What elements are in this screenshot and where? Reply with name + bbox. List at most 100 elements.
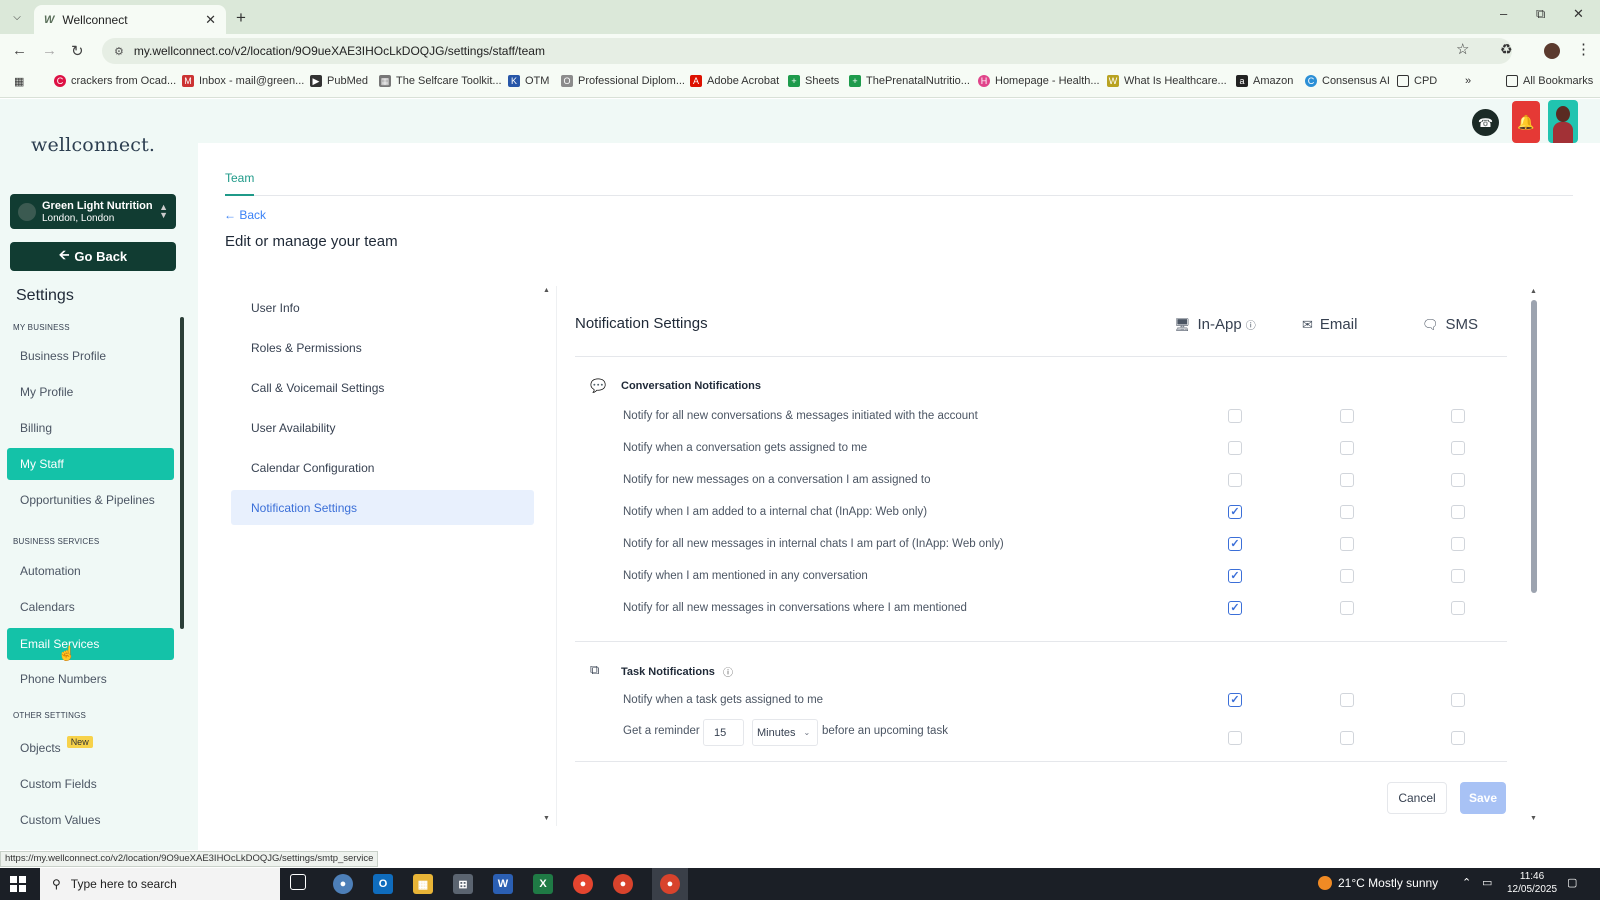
sidebar-item-business-profile[interactable]: Business Profile	[7, 340, 174, 372]
cancel-button[interactable]: Cancel	[1387, 782, 1447, 814]
browser-profile-avatar[interactable]	[1544, 43, 1560, 59]
weather-widget[interactable]: 21°C Mostly sunny	[1318, 876, 1438, 890]
inapp-checkbox[interactable]	[1228, 731, 1242, 745]
reload-icon[interactable]: ↻	[71, 42, 84, 60]
sms-checkbox[interactable]	[1451, 441, 1465, 455]
back-link[interactable]: ← Back	[224, 208, 266, 222]
sidebar-item-billing[interactable]: Billing	[7, 412, 174, 444]
email-checkbox[interactable]	[1340, 505, 1354, 519]
go-back-button[interactable]: 🡨 Go Back	[10, 242, 176, 271]
sidebar-item-opportunities[interactable]: Opportunities & Pipelines	[7, 484, 174, 516]
bookmark[interactable]: ▶ PubMed	[310, 75, 368, 87]
bookmark[interactable]: A Adobe Acrobat	[690, 75, 779, 87]
subnav-user-availability[interactable]: User Availability	[231, 410, 534, 445]
email-checkbox[interactable]	[1340, 409, 1354, 423]
bookmark[interactable]: O Professional Diplom...	[561, 75, 685, 87]
bookmark[interactable]: + Sheets	[788, 75, 839, 87]
sms-checkbox[interactable]	[1451, 731, 1465, 745]
panel-scroll-down-icon[interactable]: ▼	[1530, 815, 1537, 822]
browser-tab[interactable]: W Wellconnect ✕	[34, 5, 226, 34]
sms-checkbox[interactable]	[1451, 601, 1465, 615]
sms-checkbox[interactable]	[1451, 693, 1465, 707]
info-icon[interactable]: ⓘ	[1246, 317, 1256, 332]
inapp-checkbox[interactable]	[1228, 473, 1242, 487]
windows-start-icon[interactable]	[10, 876, 26, 892]
sidebar-item-calendars[interactable]: Calendars	[7, 591, 174, 623]
calculator-icon[interactable]: ⊞	[453, 874, 473, 894]
bookmark[interactable]: ▦ The Selfcare Toolkit...	[379, 75, 502, 87]
inapp-checkbox[interactable]: ✓	[1228, 601, 1242, 615]
email-checkbox[interactable]	[1340, 473, 1354, 487]
inapp-checkbox[interactable]: ✓	[1228, 569, 1242, 583]
extensions-icon[interactable]: ♻	[1500, 41, 1513, 58]
tab-search-chevron-icon[interactable]: ⌵	[8, 8, 26, 26]
sidebar-item-objects[interactable]: Objects New	[7, 732, 174, 764]
new-tab-icon[interactable]: +	[236, 8, 246, 28]
sms-checkbox[interactable]	[1451, 569, 1465, 583]
file-explorer-icon[interactable]: ▦	[413, 874, 433, 894]
inapp-checkbox[interactable]: ✓	[1228, 505, 1242, 519]
bookmark[interactable]: + ThePrenatalNutritio...	[849, 75, 970, 87]
sms-checkbox[interactable]	[1451, 537, 1465, 551]
email-checkbox[interactable]	[1340, 693, 1354, 707]
subnav-notification-settings[interactable]: Notification Settings	[231, 490, 534, 525]
sidebar-item-custom-fields[interactable]: Custom Fields	[7, 768, 174, 800]
tab-team[interactable]: Team	[225, 171, 254, 185]
subnav-roles-permissions[interactable]: Roles & Permissions	[231, 330, 534, 365]
sms-checkbox[interactable]	[1451, 409, 1465, 423]
account-switcher[interactable]: Green Light Nutrition London, London ▲ ▼	[10, 194, 176, 229]
panel-scrollbar-thumb[interactable]	[1531, 300, 1537, 593]
sidebar-item-my-profile[interactable]: My Profile	[7, 376, 174, 408]
sms-checkbox[interactable]	[1451, 473, 1465, 487]
bookmark[interactable]: M Inbox - mail@green...	[182, 75, 304, 87]
sidebar-item-automation[interactable]: Automation	[7, 555, 174, 587]
inapp-checkbox[interactable]: ✓	[1228, 537, 1242, 551]
sms-checkbox[interactable]	[1451, 505, 1465, 519]
address-bar[interactable]: ⚙ my.wellconnect.co/v2/location/9O9ueXAE…	[102, 38, 1512, 64]
subnav-scroll-down-icon[interactable]: ▼	[543, 815, 550, 822]
tray-chevron-icon[interactable]: ⌃	[1462, 876, 1471, 889]
app-icon[interactable]: ●	[333, 874, 353, 894]
outlook-icon[interactable]: O	[373, 874, 393, 894]
sidebar-scrollbar[interactable]	[180, 317, 184, 629]
action-center-icon[interactable]: ▢	[1567, 876, 1577, 889]
network-icon[interactable]: ▭	[1482, 876, 1492, 889]
phone-icon[interactable]: ☎	[1472, 109, 1499, 136]
taskbar-clock[interactable]: 11:46 12/05/2025	[1507, 870, 1557, 896]
panel-scroll-up-icon[interactable]: ▲	[1530, 288, 1537, 295]
task-view-icon[interactable]	[290, 874, 306, 890]
chrome-profile-icon[interactable]: ●	[613, 874, 633, 894]
inapp-checkbox[interactable]: ✓	[1228, 693, 1242, 707]
sidebar-item-custom-values[interactable]: Custom Values	[7, 804, 174, 836]
save-button[interactable]: Save	[1460, 782, 1506, 814]
word-icon[interactable]: W	[493, 874, 513, 894]
email-checkbox[interactable]	[1340, 731, 1354, 745]
back-arrow-icon[interactable]: ←	[12, 42, 27, 59]
chrome-icon[interactable]: ●	[573, 874, 593, 894]
sidebar-item-phone-numbers[interactable]: Phone Numbers	[7, 663, 174, 695]
subnav-call-voicemail[interactable]: Call & Voicemail Settings	[231, 370, 534, 405]
bookmark[interactable]: K OTM	[508, 75, 549, 87]
more-bookmarks-icon[interactable]: »	[1465, 75, 1471, 87]
info-icon[interactable]: ⓘ	[723, 664, 733, 679]
email-checkbox[interactable]	[1340, 569, 1354, 583]
email-checkbox[interactable]	[1340, 537, 1354, 551]
reminder-value-input[interactable]: 15	[703, 719, 744, 746]
bookmark-folder[interactable]: CPD	[1397, 75, 1437, 87]
email-checkbox[interactable]	[1340, 441, 1354, 455]
apps-grid-icon[interactable]: ▦	[14, 75, 24, 88]
bookmark[interactable]: C Consensus AI	[1305, 75, 1390, 87]
forward-arrow-icon[interactable]: →	[42, 42, 57, 59]
taskbar-search-box[interactable]: ⚲ Type here to search	[40, 868, 280, 900]
minimize-icon[interactable]: –	[1500, 6, 1507, 21]
inapp-checkbox[interactable]	[1228, 409, 1242, 423]
close-window-icon[interactable]: ✕	[1573, 6, 1584, 22]
bookmark[interactable]: Ccrackers from Ocad...	[54, 75, 176, 87]
all-bookmarks-folder[interactable]: All Bookmarks	[1506, 75, 1593, 87]
bookmark[interactable]: W What Is Healthcare...	[1107, 75, 1227, 87]
bookmark[interactable]: a Amazon	[1236, 75, 1293, 87]
user-avatar[interactable]	[1548, 100, 1578, 143]
chrome-active-icon[interactable]: ●	[660, 874, 680, 894]
bookmark-star-icon[interactable]: ☆	[1456, 40, 1469, 58]
browser-menu-icon[interactable]: ⋮	[1576, 40, 1591, 58]
